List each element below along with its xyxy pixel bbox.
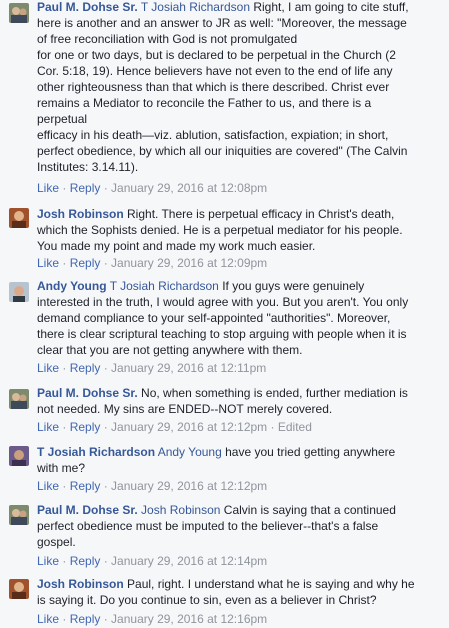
like-link[interactable]: Like bbox=[37, 554, 59, 568]
like-link[interactable]: Like bbox=[37, 612, 59, 626]
like-link[interactable]: Like bbox=[37, 420, 59, 434]
mention-link[interactable]: T Josiah Richardson bbox=[110, 279, 219, 293]
like-link[interactable]: Like bbox=[37, 181, 59, 195]
avatar[interactable] bbox=[9, 208, 29, 228]
comment-author-link[interactable]: T Josiah Richardson bbox=[37, 445, 155, 459]
reply-link[interactable]: Reply bbox=[70, 181, 101, 195]
comment-actions: Like · Reply · January 29, 2016 at 12:09… bbox=[37, 256, 268, 270]
comment-body: Paul M. Dohse Sr. No, when something is … bbox=[37, 385, 441, 417]
comment-timestamp[interactable]: January 29, 2016 at 12:09pm bbox=[111, 256, 267, 270]
like-link[interactable]: Like bbox=[37, 361, 59, 375]
reply-link[interactable]: Reply bbox=[70, 479, 101, 493]
comment-author-link[interactable]: Paul M. Dohse Sr. bbox=[37, 0, 138, 14]
comment-author-link[interactable]: Paul M. Dohse Sr. bbox=[37, 503, 138, 517]
mention-link[interactable]: Josh Robinson bbox=[141, 503, 220, 517]
like-link[interactable]: Like bbox=[37, 256, 59, 270]
reply-link[interactable]: Reply bbox=[70, 361, 101, 375]
comment-actions: Like · Reply · January 29, 2016 at 12:16… bbox=[37, 612, 268, 626]
mention-link[interactable]: Andy Young bbox=[158, 445, 222, 459]
avatar[interactable] bbox=[9, 446, 29, 466]
comment-timestamp[interactable]: January 29, 2016 at 12:12pm bbox=[111, 479, 267, 493]
comment-author-link[interactable]: Josh Robinson bbox=[37, 207, 124, 221]
comment-body: Josh Robinson Right. There is perpetual … bbox=[37, 206, 441, 254]
comment-author-link[interactable]: Andy Young bbox=[37, 279, 107, 293]
avatar[interactable] bbox=[9, 3, 29, 23]
comment-timestamp[interactable]: January 29, 2016 at 12:08pm bbox=[111, 181, 267, 195]
comment-body: Josh Robinson Paul, right. I understand … bbox=[37, 576, 441, 608]
comment-body: Paul M. Dohse Sr. T Josiah Richardson Ri… bbox=[37, 0, 441, 175]
comment-author-link[interactable]: Josh Robinson bbox=[37, 577, 124, 591]
comment-actions: Like · Reply · January 29, 2016 at 12:11… bbox=[37, 361, 267, 375]
comment-actions: Like · Reply · January 29, 2016 at 12:14… bbox=[37, 554, 268, 568]
edited-label[interactable]: Edited bbox=[278, 420, 312, 434]
comment-timestamp[interactable]: January 29, 2016 at 12:16pm bbox=[111, 612, 267, 626]
comment-timestamp[interactable]: January 29, 2016 at 12:14pm bbox=[111, 554, 267, 568]
reply-link[interactable]: Reply bbox=[70, 612, 101, 626]
comment-timestamp[interactable]: January 29, 2016 at 12:12pm bbox=[111, 420, 267, 434]
comment-author-link[interactable]: Paul M. Dohse Sr. bbox=[37, 386, 138, 400]
comment-body: Andy Young T Josiah Richardson If you gu… bbox=[37, 278, 441, 358]
comment-text: Right, I am going to cite stuff, here is… bbox=[37, 0, 409, 174]
avatar[interactable] bbox=[9, 282, 29, 302]
comment-timestamp[interactable]: January 29, 2016 at 12:11pm bbox=[111, 361, 266, 375]
comment-actions: Like · Reply · January 29, 2016 at 12:12… bbox=[37, 420, 312, 434]
comment-thread: Paul M. Dohse Sr. T Josiah Richardson Ri… bbox=[0, 0, 449, 628]
avatar[interactable] bbox=[9, 579, 29, 599]
reply-link[interactable]: Reply bbox=[70, 554, 101, 568]
comment-body: T Josiah Richardson Andy Young have you … bbox=[37, 444, 441, 476]
comment-body: Paul M. Dohse Sr. Josh Robinson Calvin i… bbox=[37, 502, 441, 550]
like-link[interactable]: Like bbox=[37, 479, 59, 493]
reply-link[interactable]: Reply bbox=[70, 420, 101, 434]
comment-actions: Like · Reply · January 29, 2016 at 12:08… bbox=[37, 181, 268, 195]
avatar[interactable] bbox=[9, 389, 29, 409]
avatar[interactable] bbox=[9, 505, 29, 525]
mention-link[interactable]: T Josiah Richardson bbox=[141, 0, 250, 14]
reply-link[interactable]: Reply bbox=[70, 256, 101, 270]
comment-actions: Like · Reply · January 29, 2016 at 12:12… bbox=[37, 479, 268, 493]
